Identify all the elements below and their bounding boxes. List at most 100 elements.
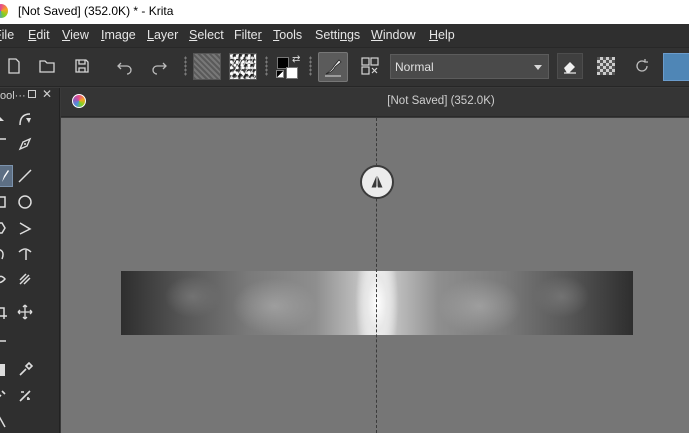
- rectangle-icon: [0, 196, 6, 208]
- freehand-brush-tool[interactable]: [0, 165, 13, 187]
- menu-accelerator: n: [340, 28, 347, 42]
- gradient-icon: [0, 364, 5, 376]
- brush-icon: [2, 170, 9, 182]
- gradient-tool[interactable]: [0, 359, 11, 381]
- save-button[interactable]: [71, 55, 93, 77]
- text-tool[interactable]: [0, 133, 11, 155]
- move-arrows-icon: [17, 304, 33, 320]
- menu-view[interactable]: View: [62, 28, 89, 42]
- eraser-mode-button[interactable]: [557, 53, 583, 79]
- fg-bg-color-selector[interactable]: ⇄: [274, 53, 302, 81]
- text-corner-icon: [0, 138, 6, 140]
- eraser-icon: [564, 62, 576, 74]
- smart-patch-tool[interactable]: [14, 385, 36, 407]
- select-shapes-tool[interactable]: [0, 108, 11, 130]
- close-icon[interactable]: ✕: [42, 87, 52, 101]
- accent-toggle-button[interactable]: [663, 53, 689, 81]
- transform-tool[interactable]: [0, 326, 11, 348]
- move-tool[interactable]: [14, 301, 36, 323]
- new-file-icon: [8, 58, 20, 74]
- rectangle-tool[interactable]: [0, 191, 11, 213]
- menu-tools[interactable]: Tools: [273, 28, 302, 42]
- bezier-icon: [0, 249, 4, 260]
- fill-bucket-icon: [0, 390, 6, 398]
- redo-button[interactable]: [148, 55, 170, 77]
- menu-filter[interactable]: Filter: [234, 28, 262, 42]
- edit-shape-icon: [19, 113, 31, 126]
- bezier-curve-tool[interactable]: [0, 243, 11, 265]
- title-bar: [Not Saved] (352.0K) * - Krita: [0, 0, 689, 24]
- krita-app-icon: [0, 4, 8, 18]
- undo-button[interactable]: [114, 55, 136, 77]
- menu-accelerator: r: [257, 28, 262, 42]
- ellipse-icon: [18, 195, 32, 209]
- toolbar-separator: [184, 56, 187, 76]
- freehand-path-tool[interactable]: [14, 243, 36, 265]
- undo-icon: [117, 62, 132, 75]
- freehand-path-icon: [18, 248, 32, 260]
- menu-accelerator: I: [101, 28, 105, 42]
- menu-accelerator: E: [28, 28, 37, 42]
- line-icon: [18, 169, 32, 183]
- menu-image[interactable]: Image: [101, 28, 136, 42]
- pen-nib-icon: [18, 137, 32, 151]
- new-document-button[interactable]: [3, 55, 25, 77]
- reload-icon: [636, 59, 648, 72]
- menu-accelerator: H: [429, 28, 439, 42]
- multibrush-icon: [19, 273, 31, 285]
- mirror-axis-handle[interactable]: [360, 165, 394, 199]
- background-color-swatch[interactable]: [286, 67, 298, 79]
- menu-window[interactable]: Window: [371, 28, 415, 42]
- smart-patch-icon: [19, 390, 31, 402]
- open-document-button[interactable]: [36, 55, 58, 77]
- chevron-down-icon: [534, 65, 542, 70]
- checkerboard-icon: [597, 57, 615, 75]
- gradient-selector[interactable]: [193, 53, 221, 80]
- dynamic-brush-icon: [0, 275, 6, 284]
- brush-presets-button[interactable]: [318, 52, 348, 82]
- menu-select[interactable]: Select: [189, 28, 224, 42]
- grid-settings-icon: [361, 57, 379, 75]
- toolbar-separator: [265, 56, 268, 76]
- toolbar-separator: [309, 56, 312, 76]
- save-icon: [75, 59, 89, 73]
- polyline-tool[interactable]: [14, 217, 36, 239]
- pattern-selector[interactable]: [229, 53, 257, 80]
- menu-file[interactable]: File: [0, 28, 14, 42]
- window-title: [Not Saved] (352.0K) * - Krita: [18, 4, 174, 18]
- polygon-tool[interactable]: [0, 217, 11, 239]
- ellipse-tool[interactable]: [14, 191, 36, 213]
- swap-colors-icon[interactable]: ⇄: [292, 54, 300, 65]
- eyedropper-icon: [19, 362, 33, 376]
- brush-icon: [325, 59, 342, 77]
- blending-mode-value: Normal: [395, 60, 434, 74]
- folder-icon: [39, 60, 55, 73]
- float-docker-icon[interactable]: [28, 90, 36, 98]
- menu-help[interactable]: Help: [429, 28, 455, 42]
- arrow-pointer-icon: [0, 117, 4, 121]
- brush-editor-button[interactable]: [357, 53, 383, 79]
- reload-preset-button[interactable]: [629, 53, 655, 79]
- crop-tool[interactable]: [0, 301, 11, 323]
- mirror-handle-icon: [371, 174, 383, 190]
- reset-colors-icon[interactable]: [276, 70, 284, 78]
- edit-shapes-tool[interactable]: [14, 108, 36, 130]
- menu-settings[interactable]: Settings: [315, 28, 360, 42]
- blending-mode-select[interactable]: Normal: [390, 54, 549, 79]
- document-title: [Not Saved] (352.0K): [387, 95, 495, 107]
- color-picker-tool[interactable]: [14, 359, 36, 381]
- calligraphy-tool[interactable]: [14, 133, 36, 155]
- menu-bar: File Edit View Image Layer Select Filter…: [0, 24, 689, 47]
- canvas-image: [121, 271, 633, 335]
- preserve-alpha-button[interactable]: [593, 53, 619, 79]
- fill-tool[interactable]: [0, 385, 11, 407]
- polyline-icon: [19, 222, 32, 235]
- multibrush-tool[interactable]: [14, 268, 36, 290]
- line-tool[interactable]: [14, 165, 36, 187]
- toolbox-title: ool···: [0, 90, 26, 102]
- assistant-tool[interactable]: [0, 411, 11, 433]
- dynamic-brush-tool[interactable]: [0, 268, 11, 290]
- menu-accelerator: S: [189, 28, 198, 42]
- menu-layer[interactable]: Layer: [147, 28, 178, 42]
- menu-edit[interactable]: Edit: [28, 28, 50, 42]
